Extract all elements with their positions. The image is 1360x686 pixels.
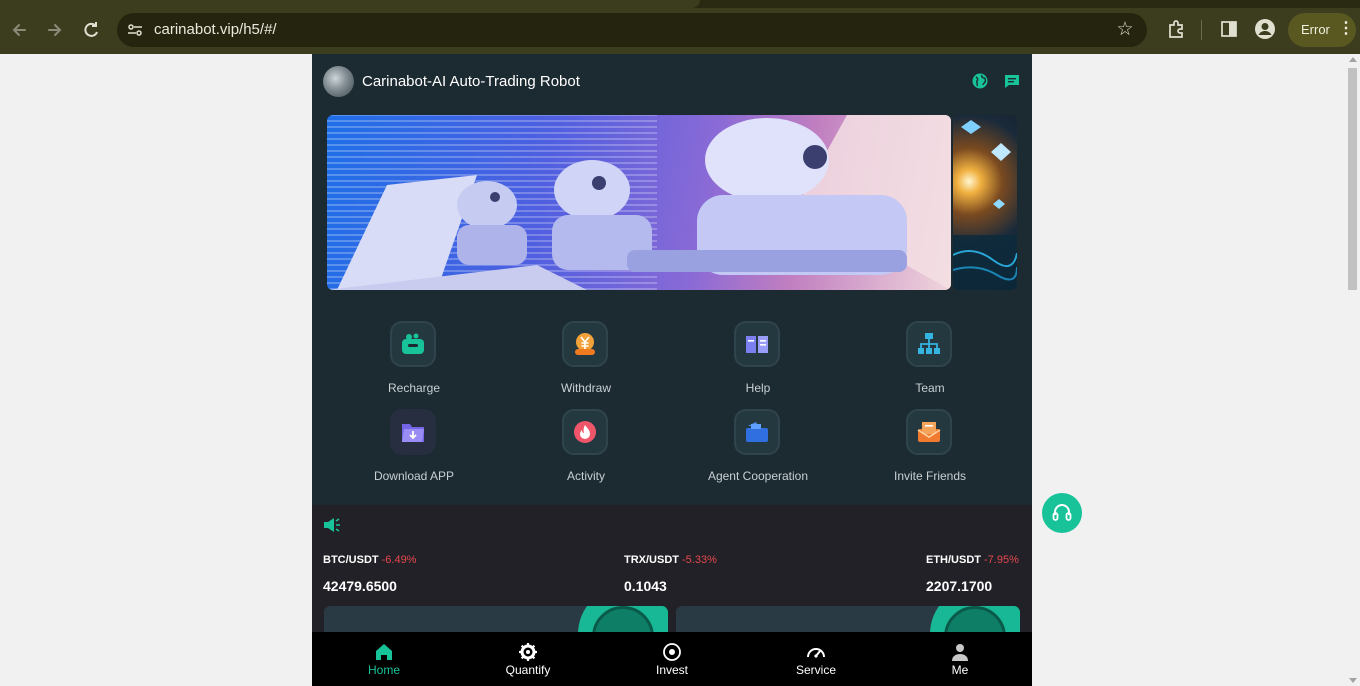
back-arrow-icon[interactable] (6, 17, 32, 43)
banner-next-slide[interactable] (953, 115, 1017, 290)
quick-menu-download-app[interactable]: Download APP (328, 409, 500, 493)
quick-menu-label: Agent Cooperation (707, 469, 809, 483)
globe-language-icon[interactable] (972, 73, 988, 89)
scroll-down-arrow-icon[interactable] (1349, 678, 1357, 683)
home-icon (376, 644, 392, 660)
quick-menu-label: Recharge (387, 381, 441, 395)
book-icon (734, 321, 780, 367)
tab-quantify[interactable]: Quantify (456, 632, 600, 686)
side-panel-icon[interactable] (1218, 18, 1240, 40)
profile-error-chip[interactable]: Error ⋮ (1288, 13, 1356, 47)
forward-arrow-icon[interactable] (42, 17, 68, 43)
tab-service[interactable]: Service (744, 632, 888, 686)
quick-menu-recharge[interactable]: Recharge (328, 321, 500, 405)
ticker-item-btc[interactable]: BTC/USDT -6.49% 42479.6500 (323, 550, 416, 594)
profile-icon[interactable] (1254, 18, 1276, 40)
tab-label: Quantify (505, 663, 551, 677)
gauge-icon (807, 648, 825, 658)
quick-menu-withdraw[interactable]: Withdraw (500, 321, 672, 405)
quick-menu-invite-friends[interactable]: Invite Friends (844, 409, 1016, 493)
user-icon (952, 644, 968, 661)
headset-icon (1052, 504, 1072, 521)
coin-price: 0.1043 (624, 578, 667, 594)
tab-home[interactable]: Home (312, 632, 456, 686)
quick-menu-label: Invite Friends (893, 469, 967, 483)
fire-icon (562, 409, 608, 455)
banner-side-crystal-art (953, 120, 1017, 290)
coin-pair: BTC/USDT (323, 554, 379, 566)
quick-menu-label: Team (915, 381, 945, 395)
coin-change: -6.49% (381, 554, 417, 566)
download-folder-icon (390, 409, 436, 455)
bottom-tab-bar: Home Quantify Invest Service Me (312, 632, 1032, 686)
tab-label: Me (951, 663, 969, 677)
coin-price: 42479.6500 (323, 578, 397, 594)
briefcase-icon (734, 409, 780, 455)
browser-menu-icon[interactable]: ⋮ (1338, 12, 1354, 46)
gear-icon (519, 643, 537, 661)
extensions-icon[interactable] (1165, 18, 1187, 40)
tab-invest[interactable]: Invest (600, 632, 744, 686)
quick-menu-help[interactable]: Help (672, 321, 844, 405)
customer-support-button[interactable] (1042, 493, 1082, 533)
banner-robots-illustration (327, 115, 951, 290)
coin-pair: TRX/USDT (624, 554, 679, 566)
error-chip-label: Error (1301, 22, 1330, 37)
ticker-item-eth[interactable]: ETH/USDT -7.95% 2207.1700 (926, 550, 1019, 594)
site-info-icon[interactable] (127, 22, 143, 38)
tab-label: Invest (655, 663, 688, 677)
quick-menu-label: Download APP (373, 469, 455, 483)
quick-menu-activity[interactable]: Activity (500, 409, 672, 493)
quick-menu-label: Activity (566, 469, 605, 483)
message-icon[interactable] (1004, 74, 1020, 89)
tab-label: Home (367, 663, 400, 677)
envelope-icon (906, 409, 952, 455)
mobile-app-container: Carinabot-AI Auto-Trading Robot Recharge… (312, 54, 1032, 686)
target-icon (663, 643, 681, 661)
browser-toolbar: carinabot.vip/h5/#/ ☆ Error ⋮ (0, 0, 1360, 54)
bookmark-star-icon[interactable]: ☆ (1115, 20, 1135, 40)
page-scrollbar[interactable] (1345, 54, 1360, 686)
yuan-coin-icon (562, 321, 608, 367)
page-viewport: Carinabot-AI Auto-Trading Robot Recharge… (0, 54, 1360, 686)
app-header: Carinabot-AI Auto-Trading Robot (312, 54, 1032, 110)
quick-menu-label: Help (745, 381, 771, 395)
quick-menu-agent-cooperation[interactable]: Agent Cooperation (672, 409, 844, 493)
tab-label: Service (795, 663, 836, 677)
quick-menu-label: Withdraw (560, 381, 611, 395)
coin-price: 2207.1700 (926, 578, 993, 594)
toolbar-divider (1201, 20, 1202, 40)
app-title: Carinabot-AI Auto-Trading Robot (362, 73, 580, 90)
coin-change: -7.95% (984, 554, 1019, 566)
reload-icon[interactable] (78, 17, 104, 43)
ticker-item-trx[interactable]: TRX/USDT -5.33% 0.1043 (624, 550, 717, 594)
scrollbar-thumb[interactable] (1348, 68, 1357, 290)
url-text[interactable]: carinabot.vip/h5/#/ (154, 21, 277, 38)
coin-change: -5.33% (682, 554, 717, 566)
wallet-icon (390, 321, 436, 367)
address-bar[interactable]: carinabot.vip/h5/#/ ☆ (117, 13, 1147, 47)
quick-menu-team[interactable]: Team (844, 321, 1016, 405)
active-tab[interactable] (0, 0, 700, 8)
coin-pair: ETH/USDT (926, 554, 981, 566)
promo-banner[interactable] (327, 115, 951, 290)
scroll-up-arrow-icon[interactable] (1349, 57, 1357, 62)
app-logo (323, 66, 354, 97)
team-hierarchy-icon (906, 321, 952, 367)
speaker-announcement-icon (324, 518, 340, 532)
tab-me[interactable]: Me (888, 632, 1032, 686)
